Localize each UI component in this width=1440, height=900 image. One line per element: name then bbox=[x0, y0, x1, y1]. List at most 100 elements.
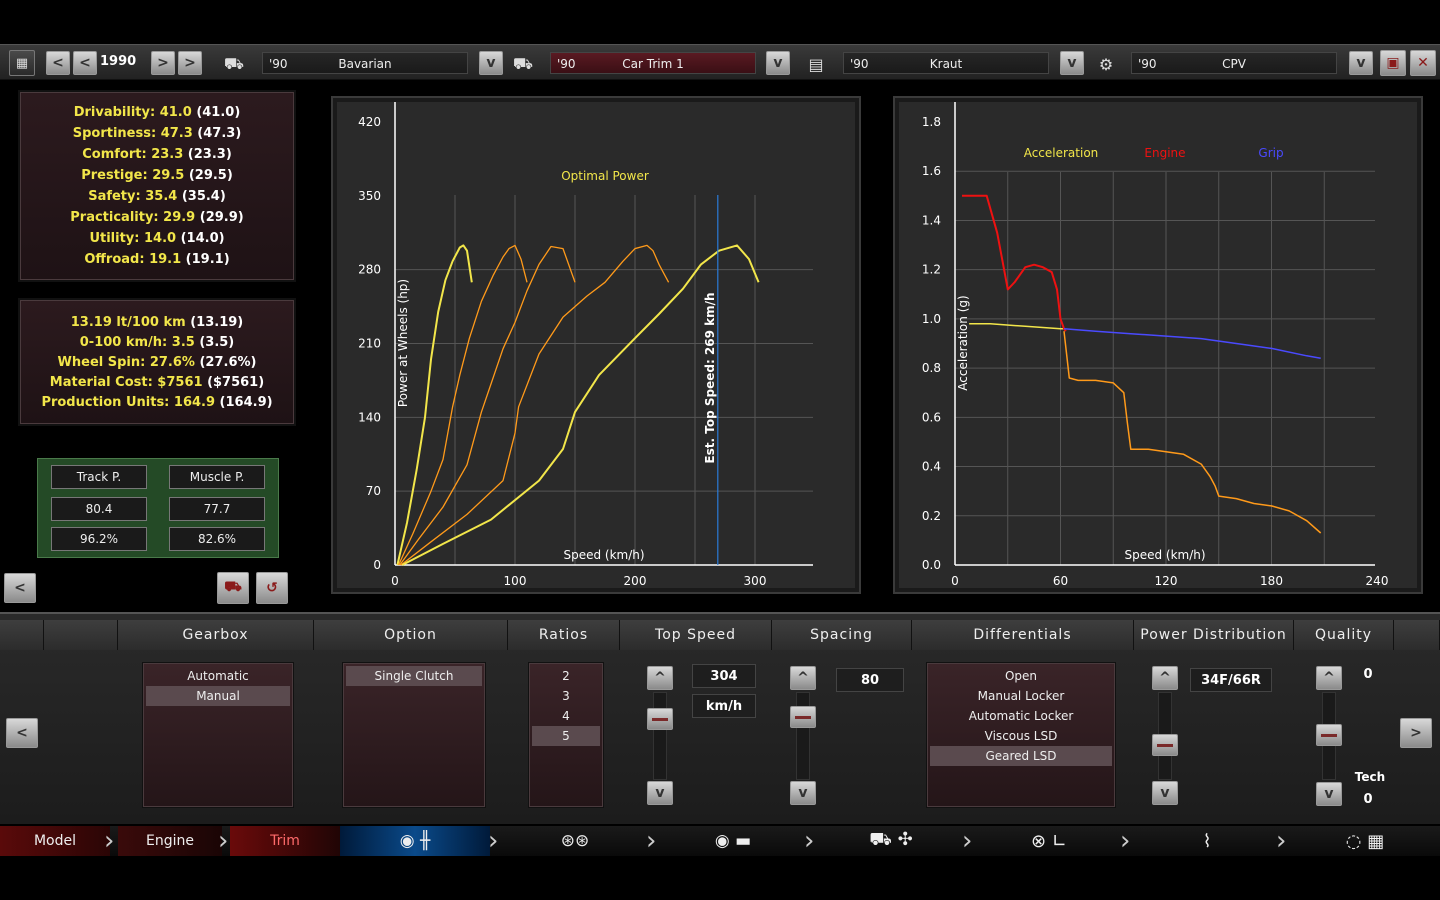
ratio-option[interactable]: 5 bbox=[532, 726, 600, 746]
topspeed-down-button[interactable]: v bbox=[647, 781, 673, 805]
chart-title: Optimal Power bbox=[561, 169, 649, 183]
tab-aero[interactable]: ⛟ ✣ bbox=[826, 826, 956, 856]
tab-trim[interactable]: Trim bbox=[230, 826, 340, 856]
x-tick-label: 300 bbox=[744, 574, 767, 588]
calendar-icon[interactable]: ▦ bbox=[9, 50, 35, 76]
stat-row-label: Comfort: 23.3 bbox=[82, 147, 188, 162]
powerdist-slider-thumb[interactable] bbox=[1152, 734, 1178, 756]
tab-wheels[interactable]: ⊛⊛ bbox=[510, 826, 640, 856]
close-icon[interactable]: ✕ bbox=[1410, 50, 1436, 76]
stat-row-label: Prestige: 29.5 bbox=[81, 168, 189, 183]
ratio-option[interactable]: 2 bbox=[532, 666, 600, 686]
y-tick-label: 0.2 bbox=[922, 509, 941, 523]
engine-icon: ▤ bbox=[808, 54, 824, 74]
ratio-option[interactable]: 4 bbox=[532, 706, 600, 726]
topspeed-up-button[interactable]: ^ bbox=[647, 666, 673, 690]
car-fan-icon: ⛟ ✣ bbox=[869, 829, 913, 850]
differential-option[interactable]: Manual Locker bbox=[930, 686, 1112, 706]
x-tick-label: 100 bbox=[504, 574, 527, 588]
family-select[interactable]: '90 CPV bbox=[1131, 52, 1337, 74]
quality-up-button[interactable]: ^ bbox=[1316, 666, 1342, 690]
test-drive-icon[interactable]: ⛟ bbox=[217, 572, 249, 604]
stat-row: Drivability: 41.0 (41.0) bbox=[20, 102, 294, 123]
trim-dropdown-button[interactable]: v bbox=[766, 51, 790, 75]
tab-body[interactable]: ◉ ▬ bbox=[668, 826, 798, 856]
spacing-up-button[interactable]: ^ bbox=[790, 666, 816, 690]
acceleration-chart: 0.0 0.2 0.4 0.6 0.8 1.0 1.2 1.4 1.6 1.8 0 60 120 180 2… bbox=[893, 96, 1423, 594]
gearbox-option[interactable]: Manual bbox=[146, 686, 290, 706]
powerdist-header: Power Distribution bbox=[1134, 620, 1294, 650]
ratio-option[interactable]: 3 bbox=[532, 686, 600, 706]
metric-row: Production Units: 164.9 (164.9) bbox=[20, 393, 294, 413]
clutch-option[interactable]: Single Clutch bbox=[346, 666, 482, 686]
stat-row-label: Drivability: 41.0 bbox=[73, 105, 197, 120]
tab-model[interactable]: Model bbox=[0, 826, 110, 856]
topspeed-slider-thumb[interactable] bbox=[647, 708, 673, 730]
stat-row-value: (19.1) bbox=[185, 252, 230, 267]
next-section-button[interactable]: > bbox=[1400, 718, 1432, 748]
y-tick-label: 0.8 bbox=[922, 361, 941, 375]
spacing-slider-thumb[interactable] bbox=[790, 706, 816, 728]
model-dropdown-button[interactable]: v bbox=[479, 51, 503, 75]
tab-testing[interactable]: ◌ ▦ bbox=[1300, 826, 1430, 856]
y-tick-label: 1.8 bbox=[922, 115, 941, 129]
differential-option[interactable]: Geared LSD bbox=[930, 746, 1112, 766]
stat-row-value: (35.4) bbox=[181, 189, 226, 204]
stat-row-label: Sportiness: 47.3 bbox=[72, 126, 198, 141]
metric-row-value: ($7561) bbox=[207, 375, 265, 390]
legend-entry: Grip bbox=[1258, 146, 1283, 160]
year-forward-far-button[interactable]: > bbox=[178, 51, 202, 75]
engine-dropdown-button[interactable]: v bbox=[1060, 51, 1084, 75]
year-back-far-button[interactable]: < bbox=[46, 51, 70, 75]
gearbox-list: Automatic Manual bbox=[142, 662, 294, 808]
undo-icon[interactable]: ↺ bbox=[256, 572, 288, 604]
powerdist-down-button[interactable]: v bbox=[1152, 781, 1178, 805]
y-axis-label: Power at Wheels (hp) bbox=[396, 279, 410, 407]
year-forward-button[interactable]: > bbox=[151, 51, 175, 75]
stat-row-label: Utility: 14.0 bbox=[89, 231, 181, 246]
panel-back-button[interactable]: < bbox=[4, 573, 36, 603]
save-icon[interactable]: ▣ bbox=[1380, 50, 1406, 76]
prev-section-button[interactable]: < bbox=[6, 718, 38, 748]
steering-seat-icon: ⊗ ∟ bbox=[1031, 830, 1067, 852]
power-chart-svg: 0 70 140 210 280 350 420 0 100 200 300 Speed (km/h)… bbox=[358, 102, 813, 588]
metric-row: 13.19 lt/100 km (13.19) bbox=[20, 313, 294, 333]
gearbox-option[interactable]: Automatic bbox=[146, 666, 290, 686]
metric-row: 0-100 km/h: 3.5 (3.5) bbox=[20, 333, 294, 353]
quality-down-button[interactable]: v bbox=[1316, 782, 1342, 806]
metric-row-value: (164.9) bbox=[219, 395, 273, 410]
metric-row-label: Production Units: 164.9 bbox=[41, 395, 220, 410]
option-list: Single Clutch bbox=[342, 662, 486, 808]
chevron-right-icon: › bbox=[646, 826, 657, 856]
differential-option[interactable]: Automatic Locker bbox=[930, 706, 1112, 726]
year-back-button[interactable]: < bbox=[73, 51, 97, 75]
stat-row-value: (41.0) bbox=[196, 105, 241, 120]
powerdist-up-button[interactable]: ^ bbox=[1152, 666, 1178, 690]
metric-row-label: Material Cost: $7561 bbox=[49, 375, 208, 390]
tab-engine[interactable]: Engine bbox=[118, 826, 222, 856]
spacing-down-button[interactable]: v bbox=[790, 781, 816, 805]
family-dropdown-button[interactable]: v bbox=[1349, 51, 1373, 75]
x-tick-label: 0 bbox=[391, 574, 399, 588]
series-line bbox=[969, 323, 1064, 330]
differential-option[interactable]: Open bbox=[930, 666, 1112, 686]
power-chart: 0 70 140 210 280 350 420 0 100 200 300 Speed (km/h)… bbox=[331, 96, 861, 594]
topspeed-slider-track[interactable] bbox=[653, 692, 667, 780]
x-axis-label: Speed (km/h) bbox=[1124, 548, 1205, 562]
series-line bbox=[1063, 331, 1322, 534]
option-header: Option bbox=[314, 620, 508, 650]
stat-row: Offroad: 19.1 (19.1) bbox=[20, 249, 294, 270]
x-tick-label: 180 bbox=[1260, 574, 1283, 588]
model-select[interactable]: '90 Bavarian bbox=[262, 52, 468, 74]
chevron-right-icon: › bbox=[488, 826, 499, 856]
quality-slider-thumb[interactable] bbox=[1316, 724, 1342, 746]
stat-row: Sportiness: 47.3 (47.3) bbox=[20, 123, 294, 144]
tab-interior[interactable]: ⊗ ∟ bbox=[984, 826, 1114, 856]
metric-row-label: 0-100 km/h: 3.5 bbox=[79, 335, 200, 350]
tab-gearbox[interactable]: ◉ ╫ bbox=[340, 826, 490, 856]
stat-row: Safety: 35.4 (35.4) bbox=[20, 186, 294, 207]
trim-select[interactable]: '90 Car Trim 1 bbox=[550, 52, 756, 74]
tab-suspension[interactable]: ⌇ bbox=[1142, 826, 1272, 856]
differential-option[interactable]: Viscous LSD bbox=[930, 726, 1112, 746]
engine-select[interactable]: '90 Kraut bbox=[843, 52, 1049, 74]
